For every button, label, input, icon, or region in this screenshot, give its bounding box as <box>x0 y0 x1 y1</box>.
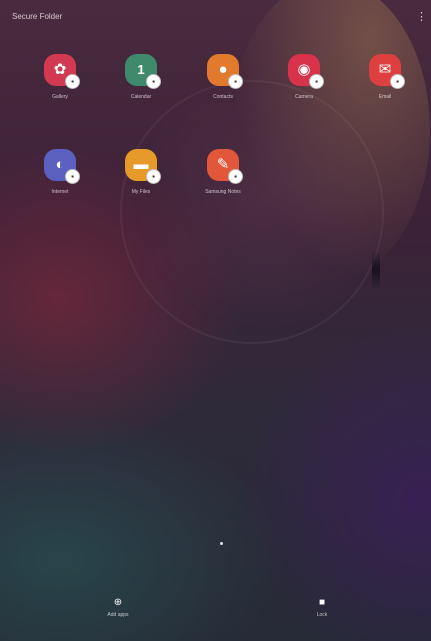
app-label: Gallery <box>52 94 68 100</box>
app-email[interactable]: ✉ ▪ Email <box>350 54 420 118</box>
app-calendar[interactable]: 1 ▪ Calendar <box>106 54 176 118</box>
app-internet[interactable]: ◐ ▪ Internet <box>25 149 95 213</box>
email-icon: ✉ ▪ <box>369 54 405 89</box>
page-indicator <box>220 542 223 545</box>
contacts-icon: ● ▪ <box>207 54 243 89</box>
secure-badge-icon: ▪ <box>65 74 80 89</box>
top-bar: Secure Folder ⋮ <box>0 0 431 30</box>
app-label: Calendar <box>130 94 152 100</box>
gallery-icon: ✿ ▪ <box>44 54 80 89</box>
lock-icon: ■ <box>318 597 326 608</box>
wallpaper-detail <box>372 250 380 290</box>
secure-badge-icon: ▪ <box>309 74 324 89</box>
app-my-files[interactable]: ▬ ▪ My Files <box>106 149 176 213</box>
app-label: Contacts <box>213 94 233 100</box>
app-samsung-notes[interactable]: ✎ ▪ Samsung Notes <box>188 149 258 213</box>
secure-badge-icon: ▪ <box>65 169 80 184</box>
add-apps-label: Add apps <box>107 612 129 618</box>
secure-badge-icon: ▪ <box>228 74 243 89</box>
folder-icon: ▬ ▪ <box>125 149 161 184</box>
app-label: Email <box>378 94 392 100</box>
add-icon: ⊕ <box>113 597 123 608</box>
camera-icon: ◉ ▪ <box>288 54 324 89</box>
app-camera[interactable]: ◉ ▪ Camera <box>269 54 339 118</box>
more-vertical-icon[interactable]: ⋮ <box>416 10 427 24</box>
secure-badge-icon: ▪ <box>146 74 161 89</box>
lock-label: Lock <box>316 612 328 618</box>
app-label: Camera <box>295 94 313 100</box>
secure-badge-icon: ▪ <box>146 169 161 184</box>
app-gallery[interactable]: ✿ ▪ Gallery <box>25 54 95 118</box>
secure-badge-icon: ▪ <box>228 169 243 184</box>
lock-button[interactable]: ■ Lock <box>292 597 352 627</box>
app-label: Internet <box>51 189 69 195</box>
folder-title: Secure Folder <box>12 12 63 21</box>
app-label: Samsung Notes <box>205 189 241 195</box>
internet-icon: ◐ ▪ <box>44 149 80 184</box>
add-apps-button[interactable]: ⊕ Add apps <box>88 597 148 627</box>
app-label: My Files <box>131 189 151 195</box>
notes-icon: ✎ ▪ <box>207 149 243 184</box>
secure-badge-icon: ▪ <box>390 74 405 89</box>
secure-folder-screen: Secure Folder ⋮ ✿ ▪ Gallery 1 ▪ Calendar… <box>0 0 431 641</box>
app-contacts[interactable]: ● ▪ Contacts <box>188 54 258 118</box>
calendar-icon: 1 ▪ <box>125 54 161 89</box>
